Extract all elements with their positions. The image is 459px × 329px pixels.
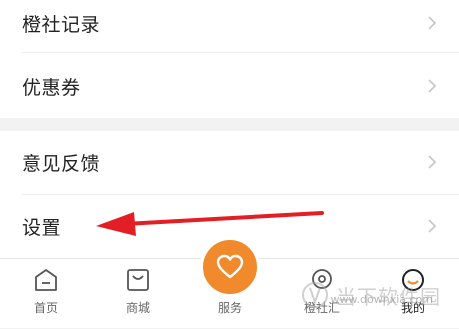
home-icon	[35, 269, 57, 291]
tab-label: 首页	[33, 301, 58, 315]
service-button[interactable]	[200, 237, 260, 297]
watermark-logo-icon	[302, 282, 328, 308]
tab-label: 服务	[217, 301, 242, 315]
tab-shop[interactable]: 商城	[92, 259, 184, 329]
tab-service[interactable]: 服务	[184, 237, 276, 329]
watermark-url: www.downxia.com	[330, 293, 433, 306]
shop-icon	[127, 269, 149, 291]
tab-label: 商城	[125, 301, 150, 315]
heart-icon	[216, 254, 244, 279]
tab-home[interactable]: 首页	[0, 259, 92, 329]
